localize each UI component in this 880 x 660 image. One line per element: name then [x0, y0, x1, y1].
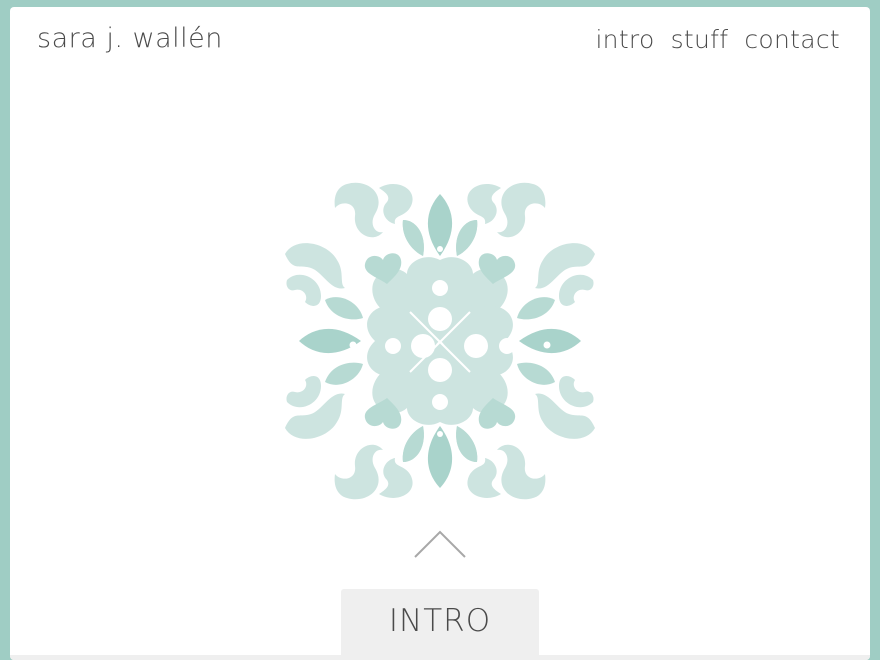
nav-link-contact[interactable]: contact	[744, 25, 840, 54]
nav-link-stuff[interactable]: stuff	[671, 25, 729, 54]
chevron-up-icon[interactable]	[413, 527, 467, 561]
page-frame: sara j. wallén intro stuff contact INTRO	[10, 7, 870, 660]
floral-ornament-icon	[285, 182, 595, 500]
main-nav: intro stuff contact	[595, 25, 840, 54]
nav-link-intro[interactable]: intro	[595, 25, 654, 54]
intro-tab-label: INTRO	[388, 603, 492, 639]
intro-section-tab[interactable]: INTRO	[341, 589, 539, 660]
site-title[interactable]: sara j. wallén	[37, 23, 223, 54]
